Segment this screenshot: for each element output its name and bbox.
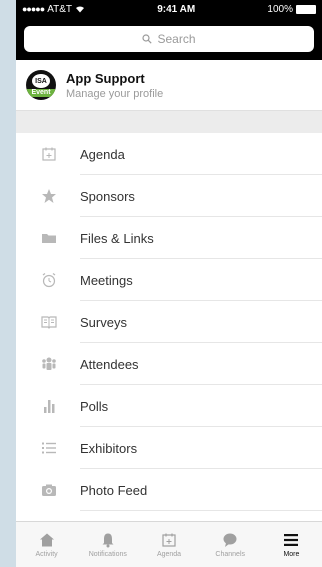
menu-item-label: Surveys <box>80 314 127 330</box>
menu-item-agenda[interactable]: Agenda <box>16 133 322 175</box>
bell-icon <box>102 533 114 547</box>
star-icon <box>42 189 56 203</box>
alarm-clock-icon <box>42 273 56 288</box>
menu-item-exhibitors[interactable]: Exhibitors <box>16 427 322 469</box>
menu-item-label: Meetings <box>80 272 133 288</box>
profile-subtitle: Manage your profile <box>66 87 164 100</box>
menu-item-label: Agenda <box>80 146 125 162</box>
book-icon <box>41 316 57 329</box>
tab-label: More <box>283 550 300 558</box>
logo-text: ISA <box>32 74 50 88</box>
tab-channels[interactable]: Channels <box>200 522 261 567</box>
calendar-icon <box>162 533 176 547</box>
tab-bar: Activity Notifications Agenda Channels M… <box>16 521 322 567</box>
menu-item-label: Photo Feed <box>80 482 148 498</box>
profile-title: App Support <box>66 70 145 86</box>
avatar: ISA Event <box>26 70 56 100</box>
tab-notifications[interactable]: Notifications <box>77 522 138 567</box>
menu-item-attendees[interactable]: Attendees <box>16 343 322 385</box>
logo-band: Event <box>26 89 56 97</box>
menu-item-meetings[interactable]: Meetings <box>16 259 322 301</box>
search-bar: Search <box>16 18 322 60</box>
search-icon <box>142 34 153 44</box>
tab-label: Channels <box>215 550 245 558</box>
menu-item-label: Attendees <box>80 356 139 372</box>
menu-item-sponsors[interactable]: Sponsors <box>16 175 322 217</box>
battery-icon <box>295 4 316 14</box>
signal-dots-icon: ●●●●● <box>22 4 45 14</box>
carrier-label: AT&T <box>47 3 73 15</box>
tab-more[interactable]: More <box>261 522 322 567</box>
people-icon <box>42 357 56 370</box>
tab-agenda[interactable]: Agenda <box>138 522 199 567</box>
menu-item-files-links[interactable]: Files & Links <box>16 217 322 259</box>
tab-label: Activity <box>35 550 58 558</box>
hamburger-menu-icon <box>284 533 299 546</box>
bar-chart-icon <box>44 400 55 413</box>
battery-percent: 100% <box>267 3 293 15</box>
calendar-icon <box>42 147 56 161</box>
profile-row[interactable]: ISA Event App Support Manage your profil… <box>16 60 322 110</box>
menu-item-label: Sponsors <box>80 188 135 204</box>
home-icon <box>39 533 54 546</box>
tab-label: Notifications <box>88 550 127 558</box>
chat-bubble-icon <box>223 533 237 547</box>
list-icon <box>42 442 56 454</box>
camera-icon <box>42 484 56 496</box>
wifi-icon <box>76 6 85 13</box>
tab-activity[interactable]: Activity <box>16 522 77 567</box>
more-menu-list: Agenda Sponsors Files & Links Meetings S… <box>16 133 322 553</box>
menu-item-label: Polls <box>80 398 109 414</box>
menu-item-polls[interactable]: Polls <box>16 385 322 427</box>
menu-item-surveys[interactable]: Surveys <box>16 301 322 343</box>
phone-screen: ●●●●● AT&T 9:41 AM 100% Search ISA Event… <box>16 0 322 567</box>
tab-label: Agenda <box>156 550 182 558</box>
menu-item-label: Files & Links <box>80 230 154 246</box>
status-time: 9:41 AM <box>157 3 196 15</box>
status-bar: ●●●●● AT&T 9:41 AM 100% <box>16 0 322 18</box>
menu-item-label: Exhibitors <box>80 440 138 456</box>
search-input[interactable]: Search <box>24 26 314 52</box>
section-divider <box>16 110 322 133</box>
menu-item-photo-feed[interactable]: Photo Feed <box>16 469 322 511</box>
folder-icon <box>42 234 56 243</box>
search-placeholder: Search <box>157 32 196 46</box>
